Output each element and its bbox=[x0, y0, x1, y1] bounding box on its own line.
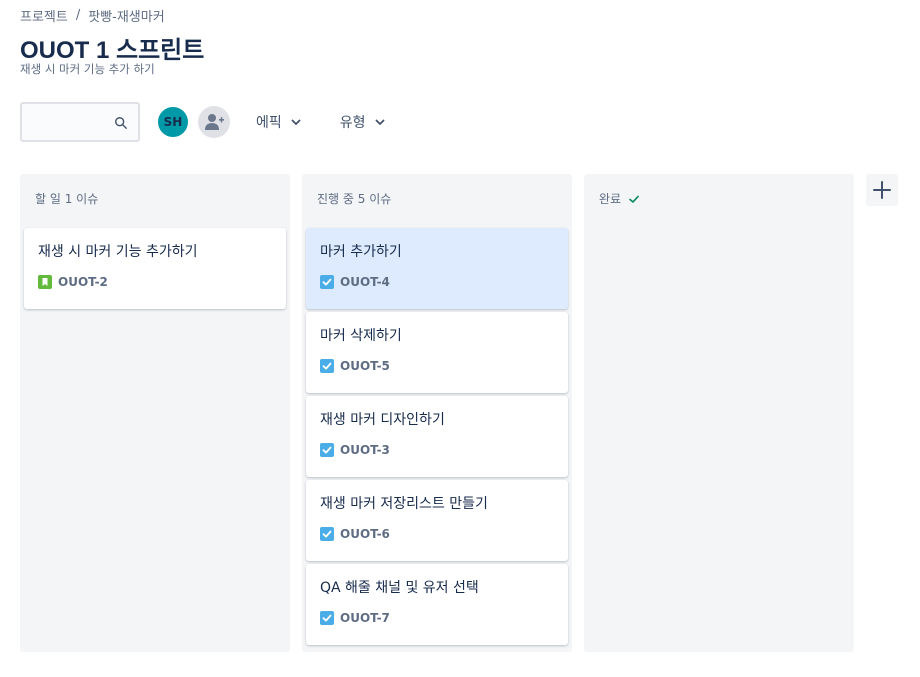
add-column-button[interactable] bbox=[866, 174, 898, 206]
search-input[interactable] bbox=[28, 112, 108, 132]
checkmark-icon bbox=[629, 195, 639, 203]
column-header-label: 진행 중 5 이슈 bbox=[317, 192, 392, 206]
search-icon bbox=[115, 117, 127, 129]
task-icon bbox=[320, 275, 334, 289]
task-icon bbox=[320, 443, 334, 457]
add-person-icon bbox=[205, 114, 224, 130]
issue-title: 마커 삭제하기 bbox=[320, 328, 402, 344]
issue-key: OUOT-2 bbox=[58, 275, 108, 289]
issue-key: OUOT-7 bbox=[340, 611, 390, 625]
issue-key: OUOT-6 bbox=[340, 527, 390, 541]
issue-key: OUOT-5 bbox=[340, 359, 390, 373]
issue-card[interactable]: QA 해줄 채널 및 유저 선택 OUOT-7 bbox=[306, 564, 568, 645]
breadcrumb: 프로젝트 / 팟빵-재생마커 bbox=[20, 6, 165, 25]
column-header-label: 할 일 1 이슈 bbox=[35, 192, 99, 206]
issue-card[interactable]: 재생 마커 디자인하기 OUOT-3 bbox=[306, 396, 568, 477]
type-filter-label: 유형 bbox=[339, 115, 366, 131]
type-filter-dropdown[interactable]: 유형 bbox=[332, 106, 394, 138]
breadcrumb-separator: / bbox=[75, 8, 81, 23]
search-box[interactable] bbox=[20, 102, 140, 142]
issue-key: OUOT-4 bbox=[340, 275, 390, 289]
issue-card[interactable]: 마커 추가하기 OUOT-4 bbox=[306, 228, 568, 309]
epic-filter-label: 에픽 bbox=[256, 115, 282, 131]
issue-card[interactable]: 재생 마커 저장리스트 만들기 OUOT-6 bbox=[306, 480, 568, 561]
column-header: 할 일 1 이슈 bbox=[35, 190, 98, 207]
issue-card[interactable]: 마커 삭제하기 OUOT-5 bbox=[306, 312, 568, 393]
column-in-progress: 진행 중 5 이슈 마커 추가하기 OUOT-4 마커 삭제하기 OUOT-5 … bbox=[302, 174, 572, 652]
page-subtitle: 재생 시 마커 기능 추가 하기 bbox=[20, 62, 155, 76]
task-icon bbox=[320, 527, 334, 541]
task-icon bbox=[320, 359, 334, 373]
chevron-down-icon bbox=[375, 119, 384, 125]
issue-card[interactable]: 재생 시 마커 기능 추가하기 OUOT-2 bbox=[24, 228, 286, 309]
page-title: OUOT 1 스프린트 bbox=[20, 37, 205, 64]
story-icon bbox=[38, 275, 52, 289]
chevron-down-icon bbox=[291, 119, 301, 125]
issue-title: 재생 마커 저장리스트 만들기 bbox=[320, 496, 488, 512]
column-done: 완료 bbox=[584, 174, 854, 652]
issue-key: OUOT-3 bbox=[340, 443, 390, 457]
breadcrumb-project-link[interactable]: 프로젝트 bbox=[20, 6, 68, 25]
column-todo: 할 일 1 이슈 재생 시 마커 기능 추가하기 OUOT-2 bbox=[20, 174, 290, 652]
avatar[interactable]: SH bbox=[156, 105, 190, 139]
breadcrumb-board-link[interactable]: 팟빵-재생마커 bbox=[88, 6, 164, 25]
board-toolbar: SH 에픽 유형 bbox=[20, 102, 394, 142]
column-header: 진행 중 5 이슈 bbox=[317, 190, 391, 207]
add-people-button[interactable] bbox=[198, 106, 230, 138]
issue-title: 재생 마커 디자인하기 bbox=[320, 412, 445, 428]
issue-title: QA 해줄 채널 및 유저 선택 bbox=[320, 580, 479, 596]
column-header-label: 완료 bbox=[599, 192, 622, 206]
column-header: 완료 bbox=[599, 190, 641, 207]
issue-title: 마커 추가하기 bbox=[320, 244, 402, 260]
epic-filter-dropdown[interactable]: 에픽 bbox=[248, 106, 310, 138]
plus-icon bbox=[873, 181, 891, 199]
issue-title: 재생 시 마커 기능 추가하기 bbox=[38, 244, 198, 260]
task-icon bbox=[320, 611, 334, 625]
